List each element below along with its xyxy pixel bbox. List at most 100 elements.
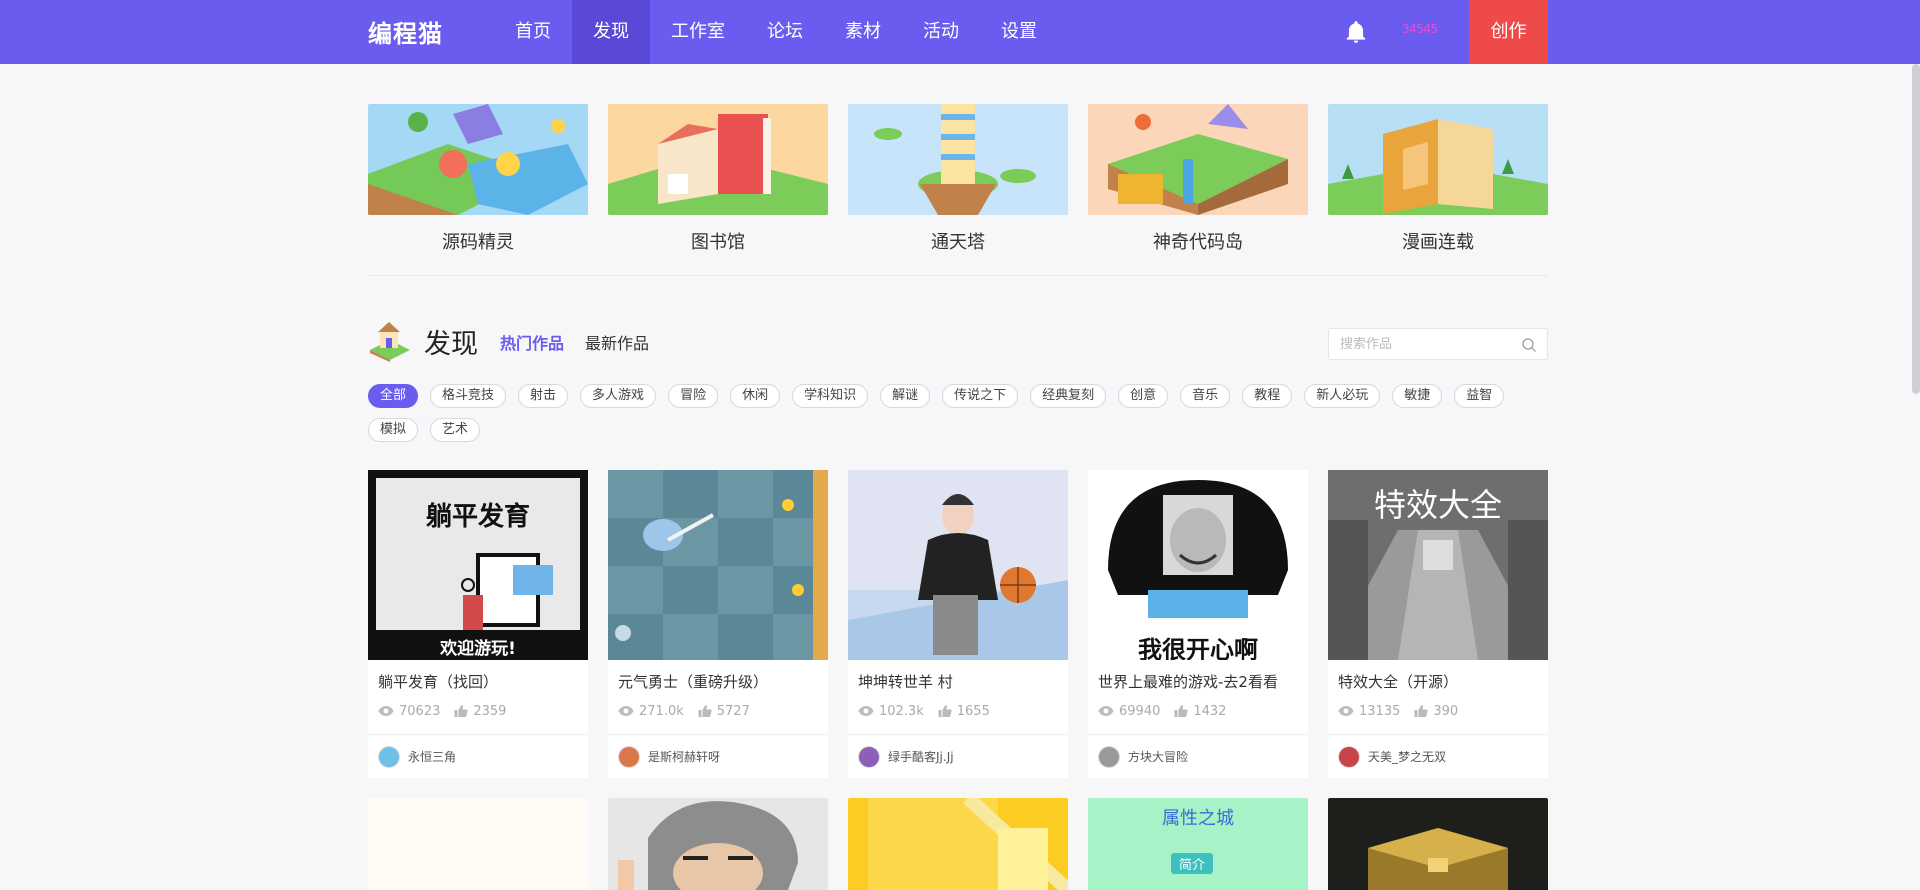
work-thumbnail[interactable] <box>368 798 588 890</box>
search-box <box>1328 328 1548 360</box>
tag-item[interactable]: 格斗竞技 <box>430 384 507 408</box>
work-card[interactable]: 特效大全 特效大全（开源） 13135 390 天美_梦之无双 <box>1328 470 1548 778</box>
feature-tile-code-island[interactable]: 神奇代码岛 <box>1088 104 1308 254</box>
nav-item-studio[interactable]: 工作室 <box>650 0 746 64</box>
work-author[interactable]: 绿手酷客Jj.Jj <box>848 734 1068 778</box>
author-name[interactable]: 绿手酷客Jj.Jj <box>888 748 954 765</box>
nav-item-settings[interactable]: 设置 <box>980 0 1058 64</box>
tag-item[interactable]: 艺术 <box>430 418 481 442</box>
feature-tile-babel-tower[interactable]: 通天塔 <box>848 104 1068 254</box>
avatar[interactable] <box>858 745 880 768</box>
tab-hot-works[interactable]: 热门作品 <box>500 330 564 354</box>
work-stats: 69940 1432 <box>1088 702 1308 720</box>
work-title[interactable]: 世界上最难的游戏-去2看看 <box>1088 671 1308 692</box>
tag-item[interactable]: 学科知识 <box>792 384 869 408</box>
nav-item-assets[interactable]: 素材 <box>824 0 902 64</box>
tag-item[interactable]: 益智 <box>1454 384 1505 408</box>
avatar[interactable] <box>378 745 400 768</box>
tag-item[interactable]: 传说之下 <box>942 384 1019 408</box>
work-author[interactable]: 天美_梦之无双 <box>1328 734 1548 778</box>
work-card[interactable]: 元气勇士（重磅升级） 271.0k 5727 是斯柯赫轩呀 <box>608 470 828 778</box>
work-title[interactable]: 坤坤转世羊 村 <box>848 671 1068 692</box>
feature-tile-source-sprite[interactable]: 源码精灵 <box>368 104 588 254</box>
tag-all[interactable]: 全部 <box>368 384 419 408</box>
work-card[interactable]: 我很开心啊 世界上最难的游戏-去2看看 69940 1432 方块大冒险 <box>1088 470 1308 778</box>
like-count-value: 390 <box>1433 703 1459 719</box>
author-name[interactable]: 永恒三角 <box>408 748 456 765</box>
works-grid: 躺平发育 欢迎游玩! 躺平发育（找回） 70623 2359 永恒三角 元气勇士… <box>368 470 1548 778</box>
nav-item-events[interactable]: 活动 <box>902 0 980 64</box>
like-count-value: 1432 <box>1193 703 1227 719</box>
tag-item[interactable]: 模拟 <box>368 418 419 442</box>
tag-item[interactable]: 教程 <box>1242 384 1293 408</box>
work-thumbnail[interactable]: 特效大全 <box>1328 470 1548 660</box>
work-author[interactable]: 永恒三角 <box>368 734 588 778</box>
tag-item[interactable]: 射击 <box>518 384 569 408</box>
discover-house-icon <box>370 322 410 362</box>
work-thumbnail[interactable]: 属性之城 简介 <box>1088 798 1308 890</box>
thumbs-up-icon <box>938 705 952 717</box>
work-title[interactable]: 元气勇士（重磅升级） <box>608 671 828 692</box>
like-count: 2359 <box>454 704 506 719</box>
tab-new-works[interactable]: 最新作品 <box>585 330 649 354</box>
like-count: 390 <box>1414 704 1458 719</box>
tag-item[interactable]: 敏捷 <box>1392 384 1443 408</box>
nav-item-home[interactable]: 首页 <box>494 0 572 64</box>
feature-art-comics <box>1328 104 1548 215</box>
username-link[interactable]: 34545 <box>1402 22 1438 36</box>
main-nav: 首页 发现 工作室 论坛 素材 活动 设置 <box>494 0 1058 64</box>
like-count: 5727 <box>698 704 750 719</box>
site-logo[interactable]: 编程猫 <box>368 14 443 49</box>
section-divider <box>368 275 1548 276</box>
feature-label: 通天塔 <box>931 232 985 253</box>
bell-icon[interactable] <box>1343 19 1369 45</box>
thumbs-up-icon <box>1174 705 1189 717</box>
author-name[interactable]: 天美_梦之无双 <box>1368 748 1446 765</box>
author-name[interactable]: 方块大冒险 <box>1128 748 1188 765</box>
work-title[interactable]: 特效大全（开源） <box>1328 671 1548 692</box>
work-thumbnail[interactable]: 我很开心啊 <box>1088 470 1308 660</box>
tag-item[interactable]: 冒险 <box>668 384 719 408</box>
work-title[interactable]: 躺平发育（找回） <box>368 671 588 692</box>
work-thumbnail[interactable]: 躺平发育 欢迎游玩! <box>368 470 588 660</box>
thumbs-up-icon <box>698 705 712 717</box>
view-count: 271.0k <box>618 704 684 719</box>
work-author[interactable]: 是斯柯赫轩呀 <box>608 734 828 778</box>
avatar[interactable] <box>1338 745 1360 768</box>
nav-item-discover[interactable]: 发现 <box>572 0 650 64</box>
view-count-value: 13135 <box>1359 703 1401 719</box>
thumbnail-text-top: 躺平发育 <box>425 502 530 532</box>
tag-item[interactable]: 音乐 <box>1180 384 1231 408</box>
work-card[interactable]: 躺平发育 欢迎游玩! 躺平发育（找回） 70623 2359 永恒三角 <box>368 470 588 778</box>
avatar[interactable] <box>1098 745 1120 768</box>
tag-item[interactable]: 多人游戏 <box>580 384 657 408</box>
tag-item[interactable]: 创意 <box>1118 384 1169 408</box>
work-stats: 102.3k 1655 <box>848 702 1068 720</box>
work-card[interactable]: 坤坤转世羊 村 102.3k 1655 绿手酷客Jj.Jj <box>848 470 1068 778</box>
work-thumbnail[interactable] <box>608 798 828 890</box>
feature-label: 神奇代码岛 <box>1153 232 1243 253</box>
avatar[interactable] <box>618 745 640 768</box>
search-icon[interactable] <box>1521 337 1537 353</box>
create-button[interactable]: 创作 <box>1469 0 1548 64</box>
feature-tile-library[interactable]: 图书馆 <box>608 104 828 254</box>
search-input[interactable] <box>1340 329 1520 359</box>
page-scrollbar[interactable] <box>1912 64 1920 394</box>
tag-item[interactable]: 新人必玩 <box>1304 384 1381 408</box>
work-thumbnail[interactable] <box>1328 798 1548 890</box>
eye-icon <box>378 706 394 716</box>
eye-icon <box>1098 706 1114 716</box>
author-name[interactable]: 是斯柯赫轩呀 <box>648 748 720 765</box>
work-thumbnail[interactable] <box>848 798 1068 890</box>
feature-tile-comics[interactable]: 漫画连载 <box>1328 104 1548 254</box>
tag-item[interactable]: 休闲 <box>730 384 781 408</box>
work-thumbnail[interactable] <box>608 470 828 660</box>
like-count: 1432 <box>1174 704 1226 719</box>
eye-icon <box>618 706 634 716</box>
tag-item[interactable]: 经典复刻 <box>1030 384 1107 408</box>
tag-item[interactable]: 解谜 <box>880 384 931 408</box>
nav-item-forum[interactable]: 论坛 <box>746 0 824 64</box>
work-author[interactable]: 方块大冒险 <box>1088 734 1308 778</box>
work-thumbnail[interactable] <box>848 470 1068 660</box>
thumbs-up-icon <box>1414 705 1429 717</box>
